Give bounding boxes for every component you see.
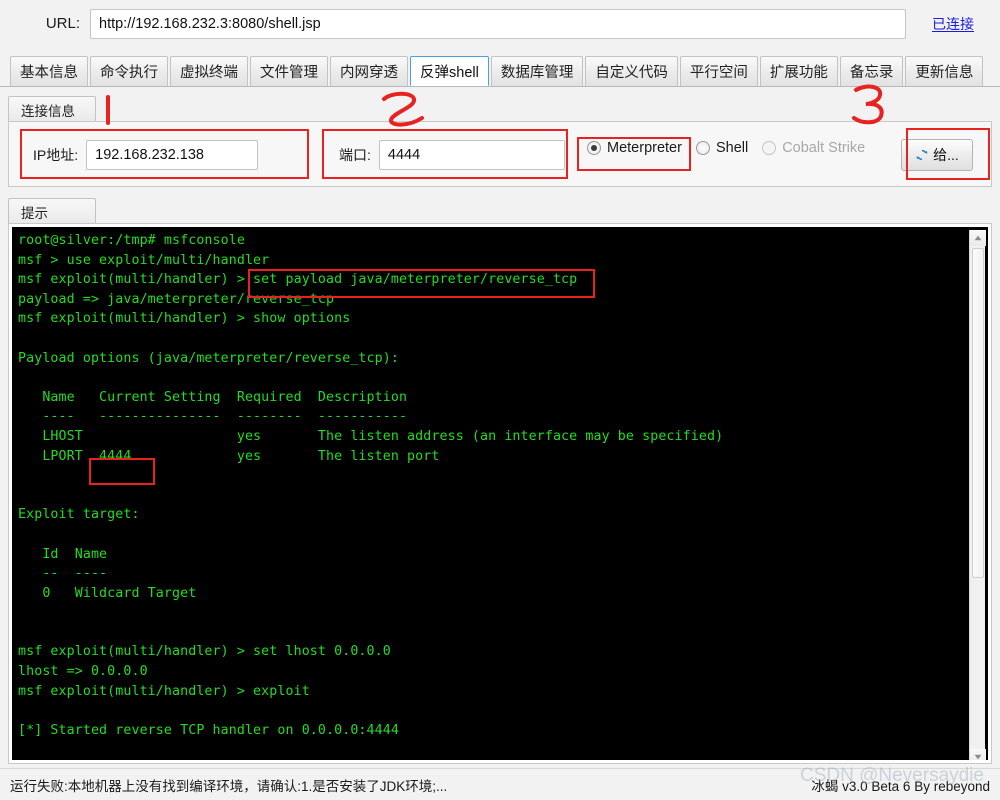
radio-meterpreter[interactable]: Meterpreter	[587, 140, 682, 156]
hint-panel-title: 提示	[8, 198, 96, 224]
tab-database-manager[interactable]: 数据库管理	[490, 56, 584, 86]
main-tabstrip: 基本信息 命令执行 虚拟终端 文件管理 内网穿透 反弹shell 数据库管理 自…	[0, 55, 1000, 87]
radio-shell[interactable]: Shell	[695, 140, 749, 156]
beichong-shell-window: URL: 已连接 基本信息 命令执行 虚拟终端 文件管理 内网穿透 反弹shel…	[0, 0, 1000, 800]
terminal-text: root@silver:/tmp# msfconsole msf > use e…	[18, 233, 724, 738]
tab-parallel-space[interactable]: 平行空间	[679, 56, 758, 86]
port-group: 端口:	[339, 140, 565, 170]
radio-meterpreter-label: Meterpreter	[607, 140, 682, 156]
tab-extensions[interactable]: 扩展功能	[759, 56, 838, 86]
port-input[interactable]	[378, 140, 565, 170]
status-bar: 运行失败:本地机器上没有找到编译环境，请确认:1.是否安装了JDK环境;... …	[0, 765, 1000, 800]
app-version-label: 冰蝎 v3.0 Beta 6 By rebeyond	[811, 778, 990, 794]
terminal-container: root@silver:/tmp# msfconsole msf > use e…	[8, 223, 992, 764]
connection-panel-body: IP地址: 端口: Meterpreter Shell Cobalt S	[8, 121, 992, 187]
radio-dot-icon	[762, 141, 777, 155]
radio-shell-label: Shell	[715, 140, 749, 156]
get-shell-button-label: 给...	[933, 147, 959, 163]
status-message: 运行失败:本地机器上没有找到编译环境，请确认:1.是否安装了JDK环境;...	[10, 778, 448, 794]
connection-info-panel: 连接信息 IP地址: 端口: Meterpreter Shell	[8, 96, 992, 188]
ip-address-label: IP地址:	[33, 147, 79, 163]
terminal-output-area[interactable]: root@silver:/tmp# msfconsole msf > use e…	[12, 227, 988, 760]
url-label: URL:	[45, 15, 80, 32]
ip-address-input[interactable]	[86, 140, 259, 170]
tab-update-info[interactable]: 更新信息	[905, 56, 984, 86]
tab-memo[interactable]: 备忘录	[839, 56, 904, 86]
refresh-icon	[916, 149, 928, 161]
terminal-scrollbar[interactable]	[969, 230, 986, 760]
get-shell-button[interactable]: 给...	[901, 139, 973, 171]
scroll-down-arrow-icon[interactable]	[970, 749, 986, 760]
connection-status[interactable]: 已连接	[906, 14, 1000, 34]
radio-cobalt-strike-label: Cobalt Strike	[782, 140, 866, 156]
radio-dot-icon	[695, 141, 710, 155]
tab-custom-code[interactable]: 自定义代码	[585, 56, 678, 86]
connection-panel-title: 连接信息	[8, 96, 96, 122]
ip-address-group: IP地址:	[33, 140, 259, 170]
port-label: 端口:	[339, 147, 371, 163]
url-bar: URL: 已连接	[0, 0, 1000, 47]
tab-virtual-terminal[interactable]: 虚拟终端	[170, 56, 248, 86]
tab-intranet-tunnel[interactable]: 内网穿透	[330, 56, 408, 86]
payload-type-radio-group: Meterpreter Shell Cobalt Strike	[587, 140, 865, 156]
radio-cobalt-strike: Cobalt Strike	[762, 140, 865, 156]
tab-file-manager[interactable]: 文件管理	[250, 56, 328, 86]
tab-reverse-shell[interactable]: 反弹shell	[410, 56, 489, 86]
tab-command-exec[interactable]: 命令执行	[90, 56, 168, 86]
scroll-up-arrow-icon[interactable]	[970, 230, 986, 246]
radio-dot-icon	[587, 141, 601, 155]
scrollbar-thumb[interactable]	[972, 248, 984, 578]
hint-panel: 提示 root@silver:/tmp# msfconsole msf > us…	[8, 198, 992, 764]
url-input[interactable]	[90, 8, 906, 39]
tab-basic-info[interactable]: 基本信息	[10, 56, 88, 86]
